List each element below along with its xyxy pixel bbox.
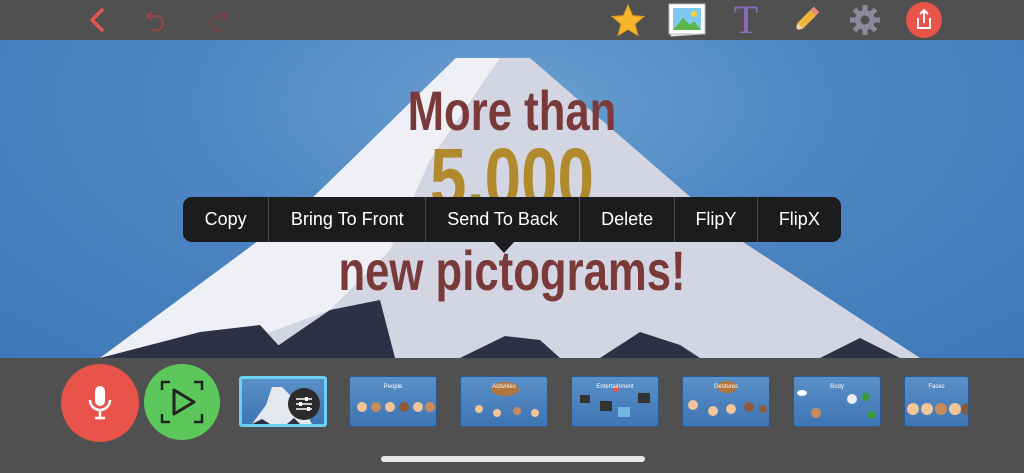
image-icon <box>668 3 706 37</box>
slide-thumbnail-4[interactable]: Entertainment <box>571 376 659 427</box>
menu-delete[interactable]: Delete <box>580 197 676 242</box>
slide-thumbnail-1[interactable] <box>239 376 327 427</box>
menu-copy[interactable]: Copy <box>183 197 270 242</box>
text-button[interactable]: T <box>726 0 766 40</box>
slide-thumbnail-7[interactable]: Faces <box>904 376 969 427</box>
slide-options-button[interactable] <box>288 388 320 420</box>
undo-button[interactable] <box>140 0 170 40</box>
undo-icon <box>145 11 164 31</box>
slide-thumbnail-3[interactable]: Activities <box>460 376 548 427</box>
context-menu-pointer <box>493 241 515 253</box>
thumbnail-title: Gestures <box>713 384 739 390</box>
image-button[interactable] <box>666 0 708 40</box>
slide-thumbnail-5[interactable]: Gestures <box>682 376 770 427</box>
pencil-icon <box>795 6 820 31</box>
top-toolbar: T <box>0 0 1024 40</box>
sliders-icon <box>296 397 312 411</box>
thumbnail-title: Entertainment <box>596 384 634 390</box>
share-icon <box>906 2 942 38</box>
redo-button[interactable] <box>204 0 234 40</box>
text-icon: T <box>733 0 759 42</box>
back-button[interactable] <box>82 0 112 40</box>
slide-thumbnail-6[interactable]: Body <box>793 376 881 427</box>
slide-thumbnail-2[interactable]: People <box>349 376 437 427</box>
menu-flipx[interactable]: FlipX <box>758 197 841 242</box>
favorites-button[interactable] <box>608 0 648 40</box>
menu-bring-to-front[interactable]: Bring To Front <box>269 197 427 242</box>
thumbnail-title: Activities <box>492 384 516 390</box>
play-button[interactable] <box>144 364 220 440</box>
star-icon <box>610 3 646 37</box>
thumbnail-title: Faces <box>928 384 945 390</box>
thumbnail-people-image <box>357 402 435 412</box>
chevron-left-icon <box>90 8 104 32</box>
gear-icon <box>850 5 880 35</box>
menu-send-to-back[interactable]: Send To Back <box>426 197 580 242</box>
redo-icon <box>210 11 229 31</box>
draw-button[interactable] <box>788 0 824 40</box>
play-icon <box>160 380 204 424</box>
microphone-icon <box>88 386 112 420</box>
share-button[interactable] <box>905 0 943 40</box>
record-button[interactable] <box>61 364 139 442</box>
context-menu: Copy Bring To Front Send To Back Delete … <box>183 197 841 242</box>
menu-flipy[interactable]: FlipY <box>675 197 758 242</box>
home-indicator <box>381 456 645 462</box>
thumbnail-title: Body <box>830 384 844 390</box>
settings-button[interactable] <box>846 0 884 40</box>
